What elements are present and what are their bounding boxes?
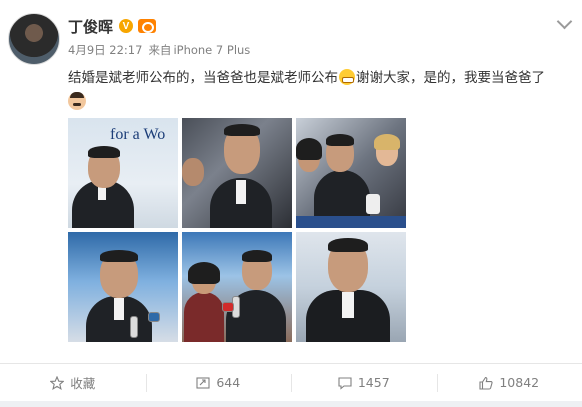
repost-button[interactable]: 644 — [145, 364, 292, 401]
author-avatar[interactable] — [8, 13, 60, 65]
photo-2[interactable] — [182, 118, 292, 228]
favorite-button[interactable]: 收藏 — [0, 364, 146, 401]
post-source[interactable]: iPhone 7 Plus — [173, 43, 250, 57]
favorite-label: 收藏 — [70, 376, 96, 391]
post-meta: 4月9日 22:17 来自 iPhone 7 Plus — [68, 42, 582, 58]
photo-1[interactable]: for a Wo — [68, 118, 178, 228]
photo-6[interactable] — [296, 232, 406, 342]
author-name[interactable]: 丁俊晖 — [68, 16, 113, 37]
like-count: 10842 — [499, 375, 540, 390]
member-level-icon — [138, 19, 157, 33]
grin-emoji-icon — [339, 69, 355, 85]
comment-count: 1457 — [357, 375, 390, 390]
repost-icon — [196, 376, 210, 389]
star-icon — [50, 375, 65, 390]
verified-badge-icon: V — [119, 19, 134, 33]
post-text: 结婚是斌老师公布的，当爸爸也是斌老师公布 谢谢大家，是的，我要当爸爸了 — [68, 68, 578, 88]
photo-3[interactable] — [296, 118, 406, 228]
man-face-emoji-icon — [68, 92, 86, 110]
comment-button[interactable]: 1457 — [291, 364, 437, 401]
post-header: 丁俊晖 V 4月9日 22:17 来自 iPhone 7 Plus — [68, 16, 582, 58]
thumbs-up-icon — [479, 376, 493, 390]
action-bar: 收藏 644 1457 10842 — [0, 363, 582, 401]
like-button[interactable]: 10842 — [436, 364, 582, 401]
photo-4[interactable] — [68, 232, 178, 342]
photo-1-slogan: for a Wo — [110, 126, 166, 143]
photo-5[interactable] — [182, 232, 292, 342]
post-text-part2: 谢谢大家，是的，我要当爸爸了 — [356, 70, 545, 86]
bottom-separator — [0, 401, 582, 407]
repost-count: 644 — [216, 375, 241, 390]
post-source-prefix: 来自 — [148, 43, 172, 57]
post-text-part1: 结婚是斌老师公布的，当爸爸也是斌老师公布 — [68, 70, 338, 86]
post-date[interactable]: 4月9日 22:17 — [68, 43, 142, 57]
comment-icon — [338, 376, 352, 390]
